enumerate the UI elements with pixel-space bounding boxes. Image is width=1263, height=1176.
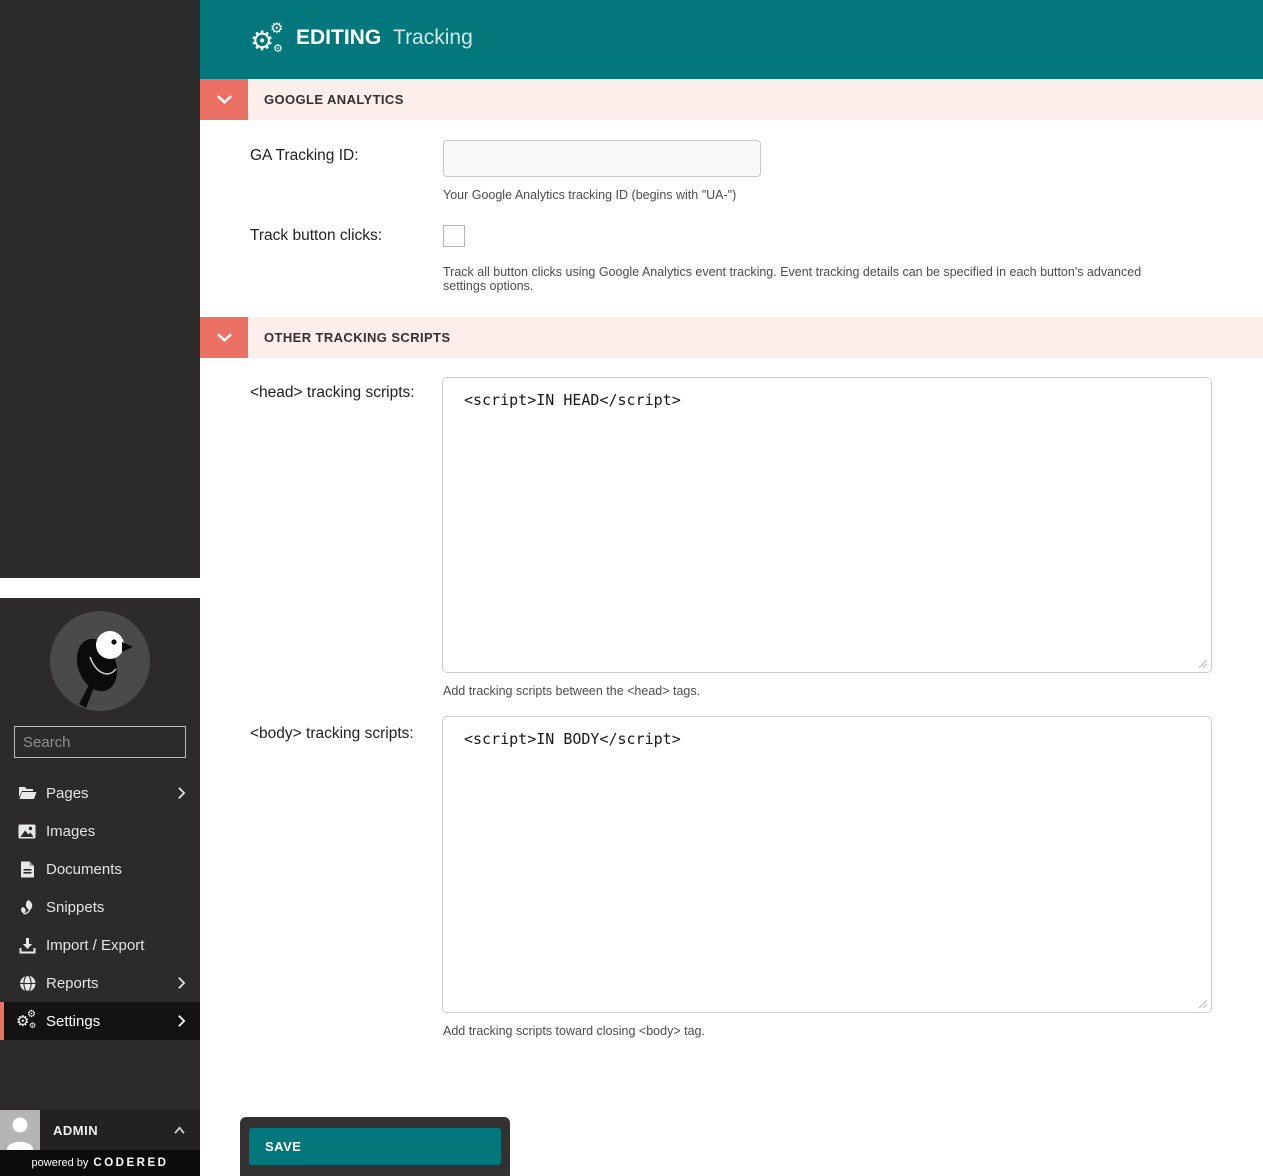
sidebar-item-label: Pages: [46, 785, 177, 802]
track-button-clicks-help: Track all button clicks using Google Ana…: [443, 265, 1183, 293]
body-scripts-wrap: <script>IN BODY</script>: [442, 716, 1212, 1013]
chevron-right-icon[interactable]: [177, 976, 186, 990]
wagtail-bird-icon: [50, 611, 150, 711]
globe-icon: [16, 975, 38, 992]
head-scripts-textarea[interactable]: <script>IN HEAD</script>: [442, 377, 1212, 673]
sidebar-item-label: Documents: [46, 861, 200, 878]
cogs-icon: ⚙ ⚙ ⚙: [16, 1011, 38, 1031]
sidebar-item-pages[interactable]: Pages: [0, 774, 200, 812]
site-logo[interactable]: [50, 611, 150, 711]
snippet-icon: [16, 899, 38, 916]
main-content: ⚙ ⚙ ⚙ EDITING Tracking GOOGLE ANALYTICS …: [200, 0, 1263, 1176]
page-header: ⚙ ⚙ ⚙ EDITING Tracking: [200, 0, 1263, 79]
collapse-section-button[interactable]: [200, 317, 248, 358]
track-button-clicks-checkbox[interactable]: [443, 225, 465, 247]
user-avatar: [0, 1110, 40, 1150]
body-scripts-textarea[interactable]: <script>IN BODY</script>: [442, 716, 1212, 1013]
search-input[interactable]: [15, 734, 230, 751]
section-title: GOOGLE ANALYTICS: [264, 79, 404, 120]
sidebar-item-label: Snippets: [46, 899, 200, 916]
powered-by: powered by CodeRed: [0, 1150, 200, 1176]
sidebar-item-settings[interactable]: ⚙ ⚙ ⚙ Settings: [0, 1002, 200, 1040]
page-title-mode: EDITING: [296, 26, 381, 49]
ga-tracking-id-label: GA Tracking ID:: [250, 147, 359, 165]
sidebar-item-label: Settings: [46, 1013, 177, 1030]
powered-by-text: powered by: [32, 1157, 89, 1169]
chevron-down-icon: [216, 94, 233, 105]
chevron-down-icon: [216, 332, 233, 343]
sidebar-item-reports[interactable]: Reports: [0, 964, 200, 1002]
download-icon: [16, 937, 38, 954]
codered-logo: CodeRed: [93, 1157, 168, 1169]
chevron-right-icon[interactable]: [177, 1014, 186, 1028]
folder-open-icon: [16, 785, 38, 801]
sidebar-menu: Pages Images: [0, 774, 200, 1040]
sidebar-item-documents[interactable]: Documents: [0, 850, 200, 888]
chevron-up-icon: [173, 1126, 186, 1135]
sidebar-item-images[interactable]: Images: [0, 812, 200, 850]
cogs-icon: ⚙ ⚙ ⚙: [250, 22, 286, 58]
sidebar-item-label: Images: [46, 823, 200, 840]
page-title: EDITING Tracking: [296, 26, 473, 50]
body-scripts-help: Add tracking scripts toward closing <bod…: [443, 1024, 705, 1038]
sidebar-item-label: Import / Export: [46, 937, 200, 954]
sidebar: Pages Images: [0, 598, 200, 1176]
save-panel: SAVE: [240, 1117, 510, 1176]
head-scripts-label: <head> tracking scripts:: [250, 384, 415, 402]
account-name: ADMIN: [53, 1123, 173, 1138]
chevron-right-icon[interactable]: [177, 786, 186, 800]
section-other-tracking-scripts: OTHER TRACKING SCRIPTS: [200, 317, 1263, 358]
head-scripts-help: Add tracking scripts between the <head> …: [443, 684, 700, 698]
account-menu[interactable]: ADMIN: [0, 1110, 200, 1150]
ga-tracking-id-field[interactable]: [443, 140, 761, 177]
body-scripts-label: <body> tracking scripts:: [250, 725, 414, 743]
sidebar-item-label: Reports: [46, 975, 177, 992]
sidebar-search: [14, 726, 186, 758]
save-button[interactable]: SAVE: [249, 1128, 501, 1165]
ga-tracking-id-help: Your Google Analytics tracking ID (begin…: [443, 188, 736, 202]
sidebar-item-import-export[interactable]: Import / Export: [0, 926, 200, 964]
head-scripts-wrap: <script>IN HEAD</script>: [442, 377, 1212, 673]
page-title-name: Tracking: [393, 26, 473, 49]
section-google-analytics: GOOGLE ANALYTICS: [200, 79, 1263, 120]
track-button-clicks-label: Track button clicks:: [250, 227, 382, 245]
collapse-section-button[interactable]: [200, 79, 248, 120]
document-icon: [16, 861, 38, 878]
image-icon: [16, 824, 38, 839]
section-title: OTHER TRACKING SCRIPTS: [264, 317, 450, 358]
sidebar-item-snippets[interactable]: Snippets: [0, 888, 200, 926]
sidebar-spacer: [0, 0, 200, 578]
